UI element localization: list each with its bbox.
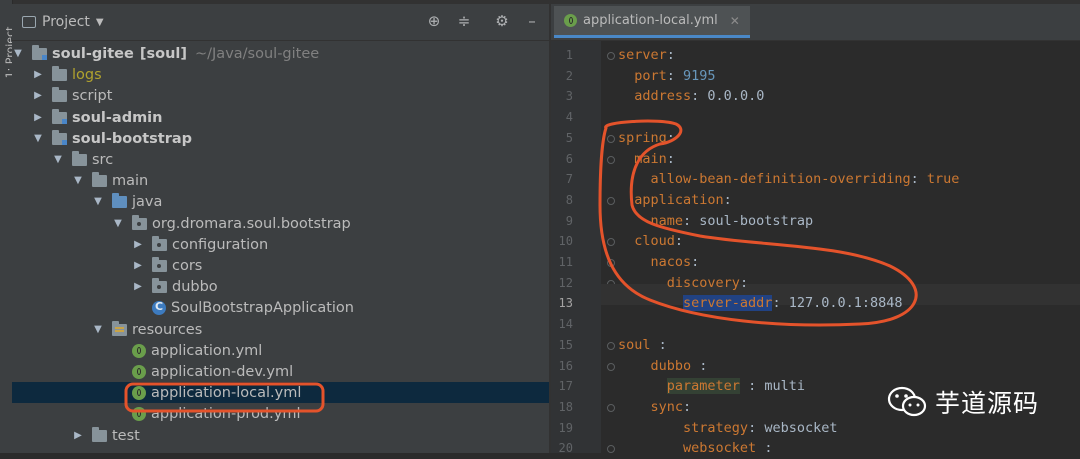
- watermark-text: 芋道源码: [935, 389, 1040, 418]
- watermark: 芋道源码: [887, 384, 1039, 420]
- annotation-box-selected-file: [124, 382, 325, 413]
- wechat-icon: [887, 386, 927, 417]
- annotation-loop-spring-cloud: [598, 119, 918, 327]
